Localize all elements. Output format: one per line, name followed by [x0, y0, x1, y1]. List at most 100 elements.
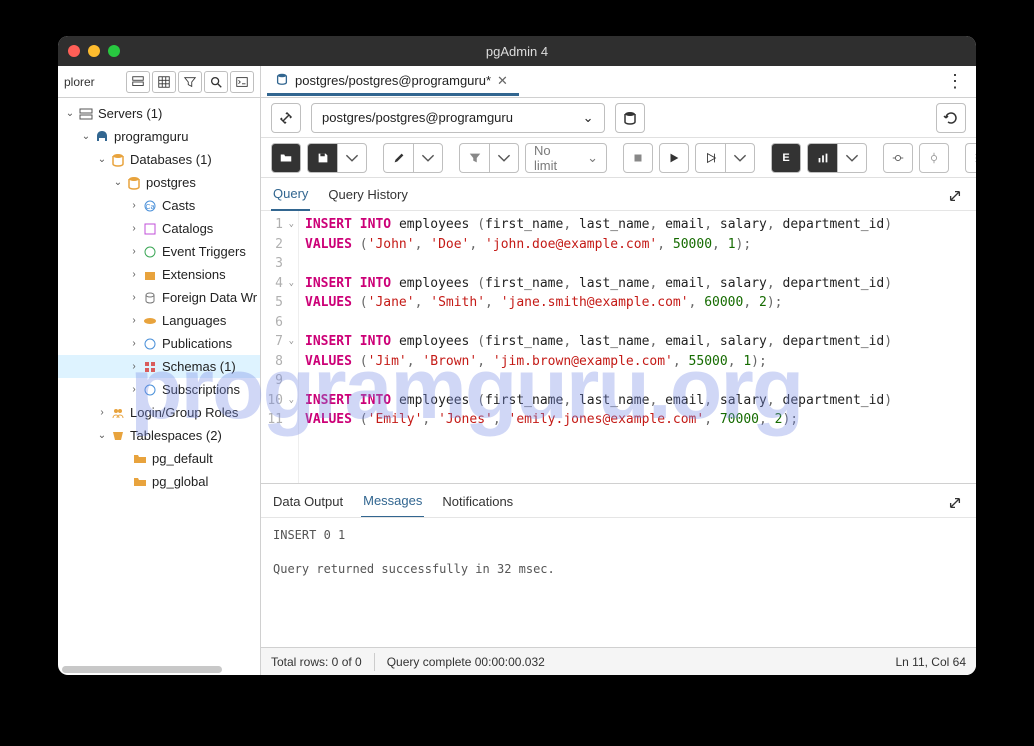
elephant-icon	[94, 129, 110, 145]
edit-button[interactable]	[383, 143, 413, 173]
explain-analyze-button[interactable]	[807, 143, 837, 173]
tree-extensions[interactable]: ›Extensions	[58, 263, 260, 286]
rollback-button[interactable]	[919, 143, 949, 173]
query-tab[interactable]: postgres/postgres@programguru* ✕	[267, 68, 519, 96]
tree-schemas[interactable]: ›Schemas (1)	[58, 355, 260, 378]
explain-button[interactable]	[695, 143, 725, 173]
tab-data-output[interactable]: Data Output	[271, 488, 345, 517]
server-icon[interactable]	[126, 71, 150, 93]
extensions-icon	[142, 267, 158, 283]
maximize-icon[interactable]	[108, 45, 120, 57]
kebab-icon[interactable]: ⋮	[940, 71, 970, 92]
close-icon[interactable]	[68, 45, 80, 57]
subscriptions-icon	[142, 382, 158, 398]
tree-event-triggers[interactable]: ›Event Triggers	[58, 240, 260, 263]
languages-icon	[142, 313, 158, 329]
tree-publications[interactable]: ›Publications	[58, 332, 260, 355]
code-area[interactable]: INSERT INTO employees (first_name, last_…	[299, 211, 976, 483]
commit-button[interactable]	[883, 143, 913, 173]
connection-row: postgres/postgres@programguru ⌄	[261, 98, 976, 138]
connection-label: postgres/postgres@programguru	[322, 110, 513, 125]
expand-icon[interactable]	[944, 492, 966, 517]
tree-db-postgres[interactable]: ⌄postgres	[58, 171, 260, 194]
tree-server[interactable]: ⌄programguru	[58, 125, 260, 148]
status-rows: Total rows: 0 of 0	[271, 655, 362, 669]
query-panel-tabs: Query Query History	[261, 178, 976, 210]
folder-icon	[132, 474, 148, 490]
roles-icon	[110, 405, 126, 421]
sidebar-scrollbar[interactable]	[62, 666, 222, 673]
tab-notifications[interactable]: Notifications	[440, 488, 515, 517]
message-line: Query returned successfully in 32 msec.	[273, 562, 964, 576]
explorer-label: plorer	[64, 75, 124, 89]
line-gutter: 1⌄234⌄567⌄8910⌄11	[261, 211, 299, 483]
tab-title: postgres/postgres@programguru*	[295, 73, 491, 88]
tree-casts[interactable]: ›CaCasts	[58, 194, 260, 217]
tree-languages[interactable]: ›Languages	[58, 309, 260, 332]
filter-icon[interactable]	[178, 71, 202, 93]
toolbar: No limit⌄ E	[261, 138, 976, 178]
chevron-down-icon: ⌄	[583, 110, 594, 126]
stop-button[interactable]	[623, 143, 653, 173]
tree-login-roles[interactable]: ›Login/Group Roles	[58, 401, 260, 424]
open-button[interactable]	[271, 143, 301, 173]
explain-dropdown[interactable]	[725, 143, 755, 173]
edit-dropdown[interactable]	[413, 143, 443, 173]
explain-e-button[interactable]: E	[771, 143, 801, 173]
main-area: postgres/postgres@programguru* ✕ ⋮ postg…	[261, 66, 976, 675]
tree-ts-default[interactable]: pg_default	[58, 447, 260, 470]
output-tabs: Data Output Messages Notifications	[261, 483, 976, 517]
folder-icon	[132, 451, 148, 467]
sidebar-header: plorer	[58, 66, 260, 98]
save-button[interactable]	[307, 143, 337, 173]
tree-databases[interactable]: ⌄Databases (1)	[58, 148, 260, 171]
tree-tablespaces[interactable]: ⌄Tablespaces (2)	[58, 424, 260, 447]
database-icon	[126, 175, 142, 191]
minimize-icon[interactable]	[88, 45, 100, 57]
close-icon[interactable]: ✕	[497, 73, 511, 87]
tree-subscriptions[interactable]: ›Subscriptions	[58, 378, 260, 401]
terminal-icon[interactable]	[230, 71, 254, 93]
fdw-icon	[142, 290, 158, 306]
tree-catalogs[interactable]: ›Catalogs	[58, 217, 260, 240]
macros-button[interactable]	[965, 143, 976, 173]
titlebar: pgAdmin 4	[58, 36, 976, 66]
publications-icon	[142, 336, 158, 352]
grid-icon[interactable]	[152, 71, 176, 93]
connection-icon[interactable]	[271, 103, 301, 133]
message-line: INSERT 0 1	[273, 528, 964, 542]
db-picker[interactable]	[615, 103, 645, 133]
casts-icon: Ca	[142, 198, 158, 214]
messages-panel: INSERT 0 1 Query returned successfully i…	[261, 517, 976, 647]
tab-bar: postgres/postgres@programguru* ✕ ⋮	[261, 66, 976, 98]
servers-icon	[78, 106, 94, 122]
search-icon[interactable]	[204, 71, 228, 93]
explain-analyze-dropdown[interactable]	[837, 143, 867, 173]
app-title: pgAdmin 4	[486, 44, 548, 59]
tree-servers[interactable]: ⌄Servers (1)	[58, 102, 260, 125]
tab-history[interactable]: Query History	[326, 181, 409, 210]
save-dropdown[interactable]	[337, 143, 367, 173]
tree-ts-global[interactable]: pg_global	[58, 470, 260, 493]
event-triggers-icon	[142, 244, 158, 260]
filter-dropdown[interactable]	[489, 143, 519, 173]
sidebar: plorer ⌄Servers (1) ⌄programguru ⌄Databa…	[58, 66, 261, 675]
filter-button[interactable]	[459, 143, 489, 173]
tree-fdw[interactable]: ›Foreign Data Wr	[58, 286, 260, 309]
execute-button[interactable]	[659, 143, 689, 173]
expand-icon[interactable]	[944, 185, 966, 210]
traffic-lights	[68, 45, 120, 57]
limit-select[interactable]: No limit⌄	[525, 143, 607, 173]
reset-button[interactable]	[936, 103, 966, 133]
schemas-icon	[142, 359, 158, 375]
object-tree[interactable]: ⌄Servers (1) ⌄programguru ⌄Databases (1)…	[58, 98, 260, 675]
tab-messages[interactable]: Messages	[361, 487, 424, 518]
connection-select[interactable]: postgres/postgres@programguru ⌄	[311, 103, 605, 133]
tab-query[interactable]: Query	[271, 180, 310, 211]
sql-editor[interactable]: 1⌄234⌄567⌄8910⌄11 INSERT INTO employees …	[261, 210, 976, 483]
databases-icon	[110, 152, 126, 168]
catalogs-icon	[142, 221, 158, 237]
app-window: pgAdmin 4 plorer ⌄Servers (1) ⌄programgu…	[58, 36, 976, 675]
status-cursor: Ln 11, Col 64	[896, 655, 967, 669]
status-bar: Total rows: 0 of 0 Query complete 00:00:…	[261, 647, 976, 675]
